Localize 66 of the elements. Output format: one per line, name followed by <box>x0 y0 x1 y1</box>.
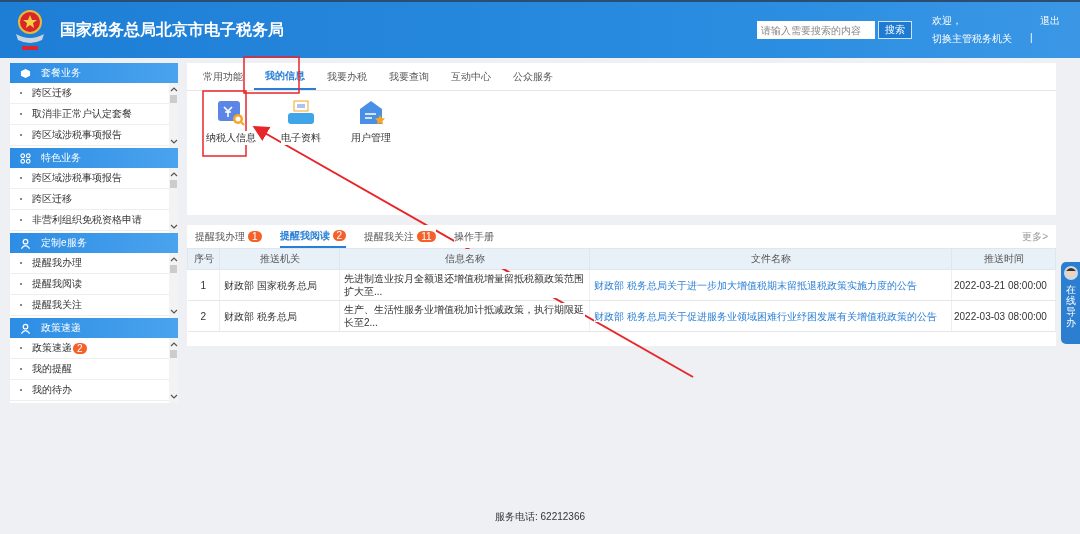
function-label[interactable]: 纳税人信息 <box>206 131 256 145</box>
search-button[interactable]: 搜索 <box>878 21 912 39</box>
sidebar-item[interactable]: 提醒我办理 <box>32 256 82 270</box>
table-cell: 财政部 国家税务总局 <box>224 279 317 291</box>
printer-icon[interactable] <box>286 99 316 127</box>
scroll-thumb[interactable] <box>170 180 177 188</box>
scroll-down-icon[interactable] <box>169 139 178 145</box>
table-cell: 生产、生活性服务业增值税加计抵减政策，执行期限延长至2... <box>344 303 585 329</box>
welcome-text: 欢迎， <box>932 14 962 28</box>
grid-icon <box>20 152 31 164</box>
sidebar-item[interactable]: 跨区迁移 <box>32 192 72 206</box>
scroll-up-icon[interactable] <box>169 341 178 347</box>
scroll-down-icon[interactable] <box>169 309 178 315</box>
tab[interactable]: 我要办税 <box>316 63 378 90</box>
function-label[interactable]: 电子资料 <box>281 131 321 145</box>
column-header: 序号 <box>187 248 220 270</box>
document-link[interactable]: 财政部 税务总局关于促进服务业领域困难行业纾困发展有关增值税政策的公告 <box>594 310 937 322</box>
person-icon <box>20 322 31 334</box>
table-cell: 2022-03-03 08:00:00 <box>954 310 1047 322</box>
table-cell: 2 <box>200 310 207 322</box>
table-cell: 1 <box>200 279 207 291</box>
column-header: 推送机关 <box>219 248 340 270</box>
sidebar-item[interactable]: 跨区域涉税事项报告 <box>32 128 122 142</box>
search-field[interactable]: 请输入需要搜索的内容 <box>757 21 875 39</box>
table-cell: 财政部 税务总局 <box>224 310 297 322</box>
cube-icon <box>20 67 31 79</box>
scrollbar[interactable] <box>169 338 178 403</box>
scroll-up-icon[interactable] <box>169 86 178 92</box>
scrollbar[interactable] <box>169 83 178 148</box>
person-icon <box>20 237 31 249</box>
table-cell: 先进制造业按月全额退还增值税增量留抵税额政策范围扩大至... <box>344 272 585 298</box>
scroll-down-icon[interactable] <box>169 224 178 230</box>
sidebar-item[interactable]: 取消非正常户认定套餐 <box>32 107 132 121</box>
scroll-up-icon[interactable] <box>169 256 178 262</box>
sidebar-item[interactable]: 跨区域涉税事项报告 <box>32 171 122 185</box>
card-search-icon[interactable] <box>216 99 246 127</box>
sidebar-item[interactable]: 提醒我关注 <box>32 298 82 312</box>
sidebar-item[interactable]: 我的待办 <box>32 383 72 397</box>
tab[interactable]: 公众服务 <box>502 63 564 90</box>
count-badge: 2 <box>73 342 87 354</box>
site-title: 国家税务总局北京市电子税务局 <box>60 19 284 40</box>
column-header: 信息名称 <box>339 248 590 270</box>
column-header: 推送时间 <box>951 248 1056 270</box>
column-header: 文件名称 <box>589 248 952 270</box>
table-cell: 2022-03-21 08:00:00 <box>954 279 1047 291</box>
online-guide-button[interactable]: 在线导办 <box>1061 262 1080 344</box>
sidebar-item[interactable]: 我的提醒 <box>32 362 72 376</box>
document-link[interactable]: 财政部 税务总局关于进一步加大增值税期末留抵退税政策实施力度的公告 <box>594 279 917 291</box>
sidebar-item[interactable]: 跨区迁移 <box>32 86 72 100</box>
agent-icon <box>1062 265 1079 281</box>
sidebar-item[interactable]: 非营利组织免税资格申请 <box>32 213 142 227</box>
function-label[interactable]: 用户管理 <box>351 131 391 145</box>
scroll-down-icon[interactable] <box>169 394 178 400</box>
scroll-thumb[interactable] <box>170 95 177 103</box>
tab[interactable]: 常用功能 <box>192 63 254 90</box>
scroll-thumb[interactable] <box>170 265 177 273</box>
scroll-thumb[interactable] <box>170 350 177 358</box>
sidebar-item[interactable]: 政策速递 <box>32 341 72 355</box>
service-phone-text: 服务电话: 62212366 <box>494 510 586 524</box>
separator-text: | <box>1030 32 1033 45</box>
scrollbar[interactable] <box>169 253 178 318</box>
sidebar-item[interactable]: 提醒我阅读 <box>32 277 82 291</box>
scroll-up-icon[interactable] <box>169 171 178 177</box>
scrollbar[interactable] <box>169 168 178 233</box>
tab[interactable]: 互动中心 <box>440 63 502 90</box>
tab[interactable]: 我要查询 <box>378 63 440 90</box>
